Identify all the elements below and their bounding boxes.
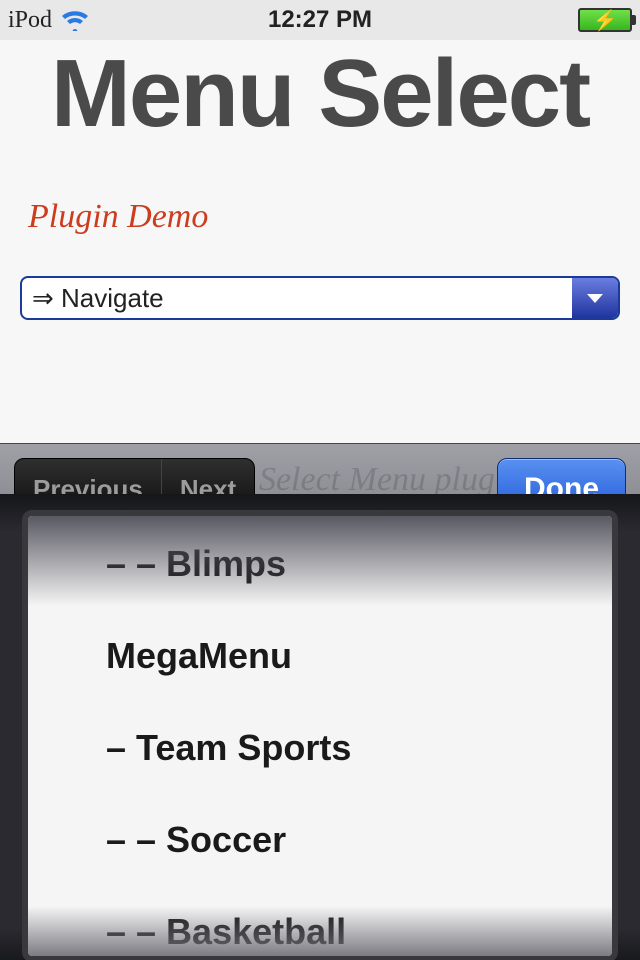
page-title: Menu Select — [0, 46, 640, 142]
picker-option[interactable]: – – Soccer — [28, 794, 612, 886]
battery-icon: ⚡ — [578, 8, 632, 32]
picker: – – Blimps MegaMenu – Team Sports – – So… — [0, 494, 640, 960]
status-time: 12:27 PM — [0, 6, 640, 34]
status-bar: iPod 12:27 PM ⚡ — [0, 0, 640, 40]
picker-option[interactable]: – – Basketball — [28, 886, 612, 960]
picker-option[interactable]: MegaMenu — [28, 610, 612, 702]
wifi-icon — [60, 9, 90, 31]
navigate-select-label: ⇒ Navigate — [22, 278, 572, 318]
device-label: iPod — [8, 7, 52, 34]
charging-icon: ⚡ — [580, 10, 630, 30]
page-subtitle: Plugin Demo — [28, 198, 640, 236]
navigate-select[interactable]: ⇒ Navigate — [20, 276, 620, 320]
chevron-down-icon — [572, 278, 618, 318]
picker-option[interactable]: – Team Sports — [28, 702, 612, 794]
picker-wheel[interactable]: – – Blimps MegaMenu – Team Sports – – So… — [22, 510, 618, 960]
picker-option[interactable]: – – Blimps — [28, 518, 612, 610]
